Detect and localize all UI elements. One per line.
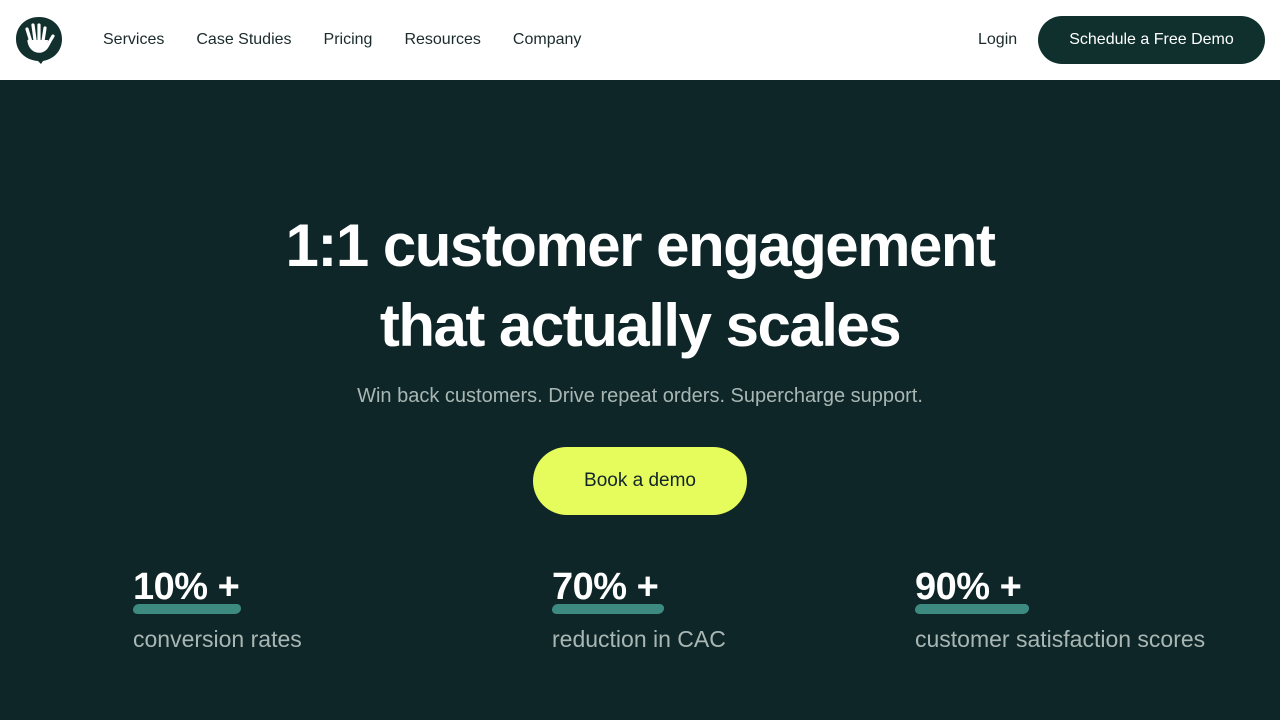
stat-label: conversion rates — [133, 626, 302, 652]
stat-value-text: 70% + — [552, 566, 659, 608]
book-demo-button[interactable]: Book a demo — [533, 447, 747, 515]
stat-satisfaction: 90% + customer satisfaction scores — [914, 566, 1206, 653]
login-link[interactable]: Login — [978, 0, 1017, 80]
main-menu: Services Case Studies Pricing Resources … — [103, 0, 581, 80]
stat-conversion: 10% + conversion rates — [132, 566, 302, 653]
nav-link-services[interactable]: Services — [103, 31, 164, 49]
stat-cac: 70% + reduction in CAC — [551, 566, 726, 653]
hero-title-line-2: that actually scales — [379, 292, 902, 359]
schedule-demo-button[interactable]: Schedule a Free Demo — [1038, 16, 1265, 64]
stat-value-text: 90% + — [915, 566, 1022, 608]
stat-value: 70% + — [551, 566, 665, 614]
top-navigation: Services Case Studies Pricing Resources … — [0, 0, 1280, 80]
hero-title-line-1: 1:1 customer engagement — [285, 212, 996, 279]
stat-label: customer satisfaction scores — [915, 626, 1206, 652]
stat-label: reduction in CAC — [552, 626, 726, 652]
stat-value: 10% + — [132, 566, 242, 614]
nav-link-pricing[interactable]: Pricing — [324, 31, 373, 49]
hero-subtitle: Win back customers. Drive repeat orders.… — [357, 385, 923, 407]
hero-title: 1:1 customer engagement that actually sc… — [0, 206, 1280, 366]
stat-value-text: 10% + — [133, 566, 240, 608]
nav-link-company[interactable]: Company — [513, 31, 581, 49]
stat-value: 90% + — [914, 566, 1030, 614]
nav-link-case-studies[interactable]: Case Studies — [196, 31, 291, 49]
nav-link-resources[interactable]: Resources — [404, 31, 480, 49]
waving-hand-icon[interactable] — [14, 15, 64, 65]
